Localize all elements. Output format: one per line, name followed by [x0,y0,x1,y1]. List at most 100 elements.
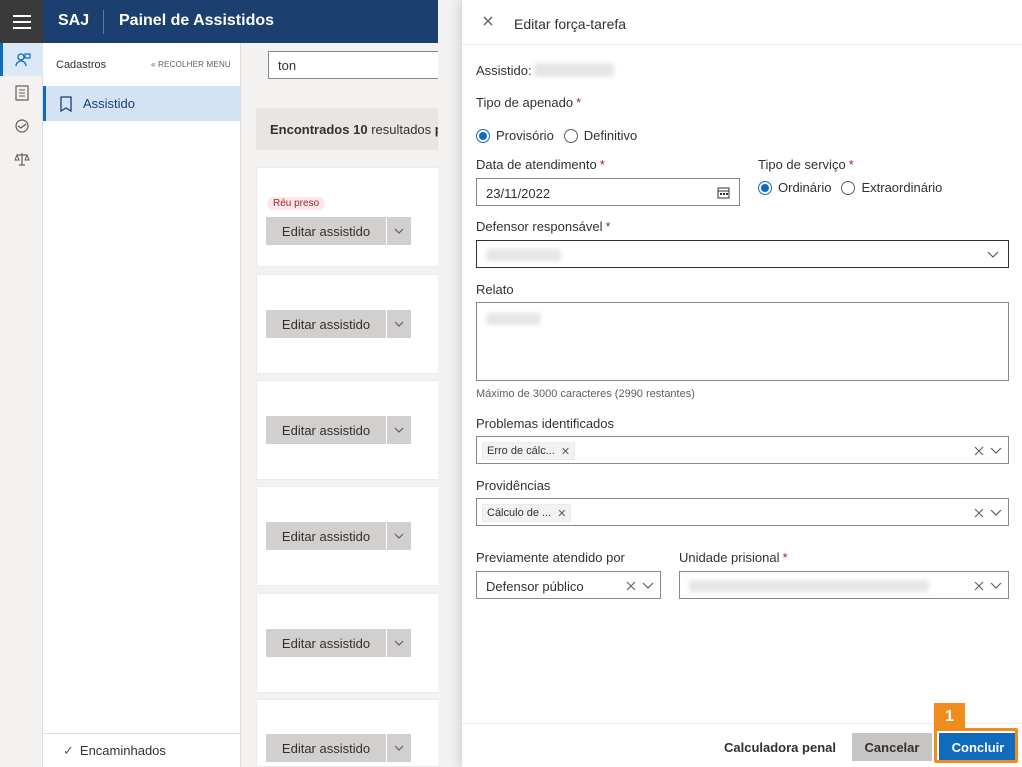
problemas-chip[interactable]: Erro de cálc... ✕ [482,442,576,460]
data-atendimento-label: Data de atendimento * [476,157,605,172]
results-prefix: Encontrados [270,122,350,137]
brand-logo[interactable]: SAJ [58,12,89,30]
collapse-menu-button[interactable]: « RECOLHER MENU [151,60,231,69]
calculadora-penal-button[interactable]: Calculadora penal [720,733,840,761]
nav-footer-label: Encaminhados [79,743,166,758]
previamente-dropdown[interactable]: Defensor público [476,571,661,599]
providencias-chip[interactable]: Cálculo de ... ✕ [482,504,572,522]
relato-textarea[interactable] [476,302,1009,381]
results-suffix: resultados [371,122,432,137]
radio-provisorio[interactable] [476,128,490,143]
edit-assistido-button[interactable]: Editar assistido [266,217,411,245]
rail-handshake-icon[interactable] [0,109,43,142]
clear-icon[interactable] [974,446,984,456]
edit-assistido-label[interactable]: Editar assistido [266,629,386,657]
panel-title: Editar força-tarefa [514,16,627,32]
unidade-text: Unidade prisional [679,550,780,565]
previamente-value: Defensor público [486,579,584,594]
radio-definitivo[interactable] [563,128,578,143]
unidade-dropdown[interactable] [679,571,1009,599]
required-mark: * [848,157,854,172]
clear-icon[interactable] [974,581,984,591]
radio-extraordinario[interactable] [841,180,856,195]
relato-label: Relato [476,282,514,297]
chevron-down-icon[interactable] [386,629,411,657]
rail-scales-icon[interactable] [0,142,43,175]
data-atendimento-text: Data de atendimento [476,157,597,172]
edit-assistido-button[interactable]: Editar assistido [266,416,411,444]
date-field[interactable]: 23/11/2022 [476,178,740,206]
hamburger-menu-icon[interactable] [0,0,43,43]
edit-assistido-label[interactable]: Editar assistido [266,416,386,444]
assistido-label: Assistido: [476,63,532,78]
chevron-down-icon[interactable] [386,522,411,550]
edit-assistido-button[interactable]: Editar assistido [266,522,411,550]
brand-separator [103,10,104,34]
providencias-multiselect[interactable]: Cálculo de ... ✕ [476,498,1009,526]
chevron-down-icon[interactable] [386,217,411,245]
problemas-chip-label: Erro de cálc... [487,445,555,457]
result-card: Editar assistido [256,380,456,480]
callout-highlight [934,728,1018,763]
tipo-servico-group: Ordinário Extraordinário [758,180,942,195]
defensor-value-redacted [486,249,561,261]
chevron-down-icon[interactable] [641,581,655,591]
radio-ordinario-label[interactable]: Ordinário [778,180,831,195]
chevron-down-icon[interactable] [386,416,411,444]
required-mark: * [782,550,788,565]
edit-assistido-label[interactable]: Editar assistido [266,217,386,245]
edit-assistido-button[interactable]: Editar assistido [266,734,411,762]
radio-ordinario[interactable] [758,180,772,195]
problemas-label: Problemas identificados [476,416,615,431]
chevron-down-icon[interactable] [989,581,1003,591]
result-card: Réu preso Editar assistido [256,167,456,267]
remove-chip-icon[interactable]: ✕ [557,507,566,520]
tipo-servico-label: Tipo de serviço * [758,157,854,172]
unidade-label: Unidade prisional * [679,550,788,565]
icon-rail [0,43,43,767]
problemas-multiselect[interactable]: Erro de cálc... ✕ [476,436,1009,464]
edit-assistido-button[interactable]: Editar assistido [266,310,411,338]
tipo-apenado-label: Tipo de apenado * [476,95,581,110]
defensor-text: Defensor responsável [476,219,603,234]
clear-icon[interactable] [974,508,984,518]
close-icon[interactable] [481,14,495,28]
radio-extraordinario-label[interactable]: Extraordinário [861,180,942,195]
results-count: 10 [353,122,368,137]
chevron-down-icon[interactable] [989,508,1003,518]
cancel-button[interactable]: Cancelar [852,733,932,761]
nav-item-assistido[interactable]: Assistido [43,86,241,121]
radio-provisorio-label[interactable]: Provisório [496,128,554,143]
result-card: Editar assistido [256,274,456,374]
edit-assistido-label[interactable]: Editar assistido [266,734,386,762]
edit-assistido-label[interactable]: Editar assistido [266,310,386,338]
clear-icon[interactable] [626,581,636,591]
remove-chip-icon[interactable]: ✕ [561,445,570,458]
previamente-label: Previamente atendido por [476,550,625,565]
tipo-servico-text: Tipo de serviço [758,157,846,172]
app-title: Painel de Assistidos [119,12,275,29]
search-input[interactable]: ton [268,51,458,79]
chevron-down-icon[interactable] [386,310,411,338]
defensor-dropdown[interactable] [476,240,1009,268]
callout-number: 1 [934,703,965,730]
required-mark: * [576,95,582,110]
rail-list-icon[interactable] [0,76,43,109]
result-card: Editar assistido [256,593,456,693]
edit-assistido-button[interactable]: Editar assistido [266,629,411,657]
tipo-apenado-group: Provisório Definitivo [476,128,637,143]
tipo-apenado-text: Tipo de apenado [476,95,574,110]
panel-overlay[interactable] [438,0,462,767]
nav-footer[interactable]: ✓ Encaminhados [43,733,241,767]
calendar-icon[interactable] [717,186,730,199]
edit-assistido-label[interactable]: Editar assistido [266,522,386,550]
unidade-value-redacted [689,580,929,592]
status-badge: Réu preso [267,197,326,210]
defensor-label: Defensor responsável * [476,219,611,234]
rail-people-icon[interactable] [0,43,43,76]
chevron-down-icon[interactable] [386,734,411,762]
chevron-down-icon[interactable] [986,250,1000,260]
chevron-down-icon[interactable] [989,446,1003,456]
edit-task-force-panel: Editar força-tarefa Assistido: Tipo de a… [462,0,1022,767]
radio-definitivo-label[interactable]: Definitivo [584,128,637,143]
